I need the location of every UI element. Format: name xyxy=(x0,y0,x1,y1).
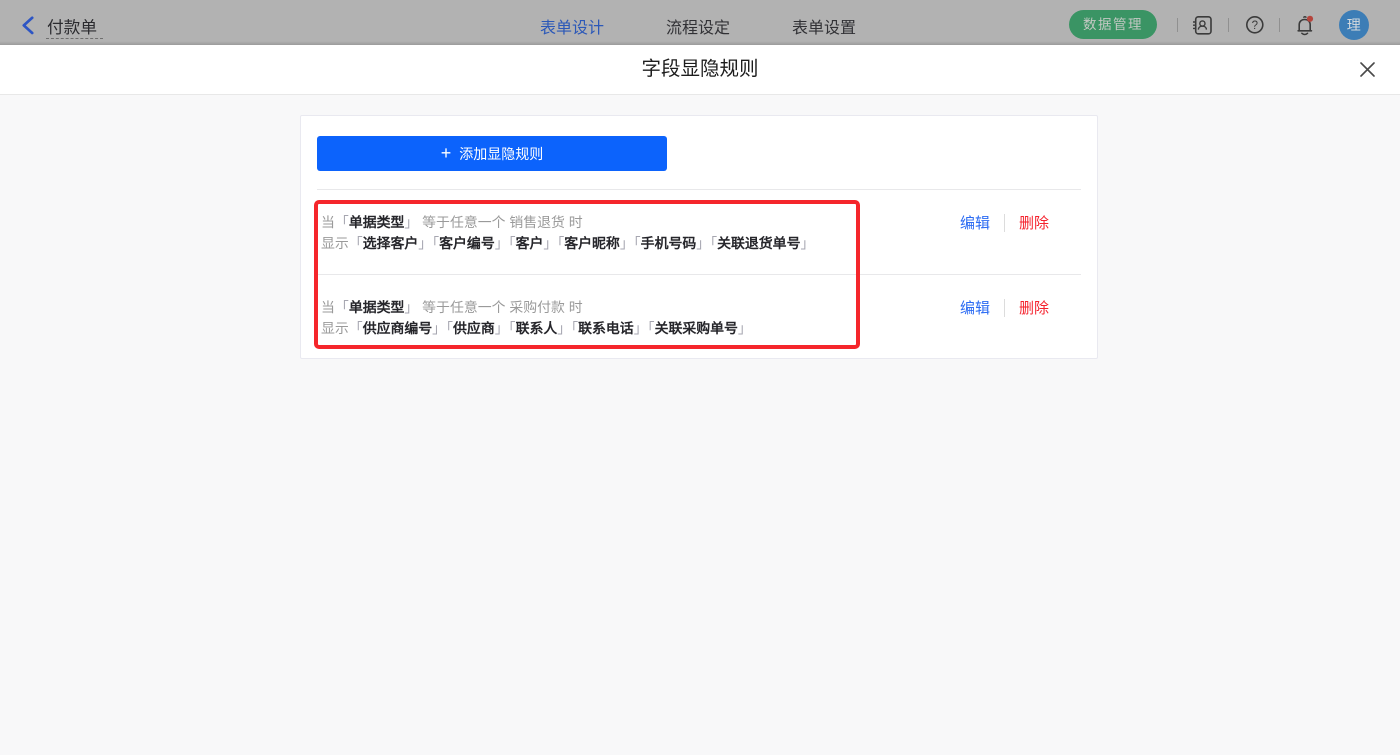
svg-text:?: ? xyxy=(1252,20,1258,32)
